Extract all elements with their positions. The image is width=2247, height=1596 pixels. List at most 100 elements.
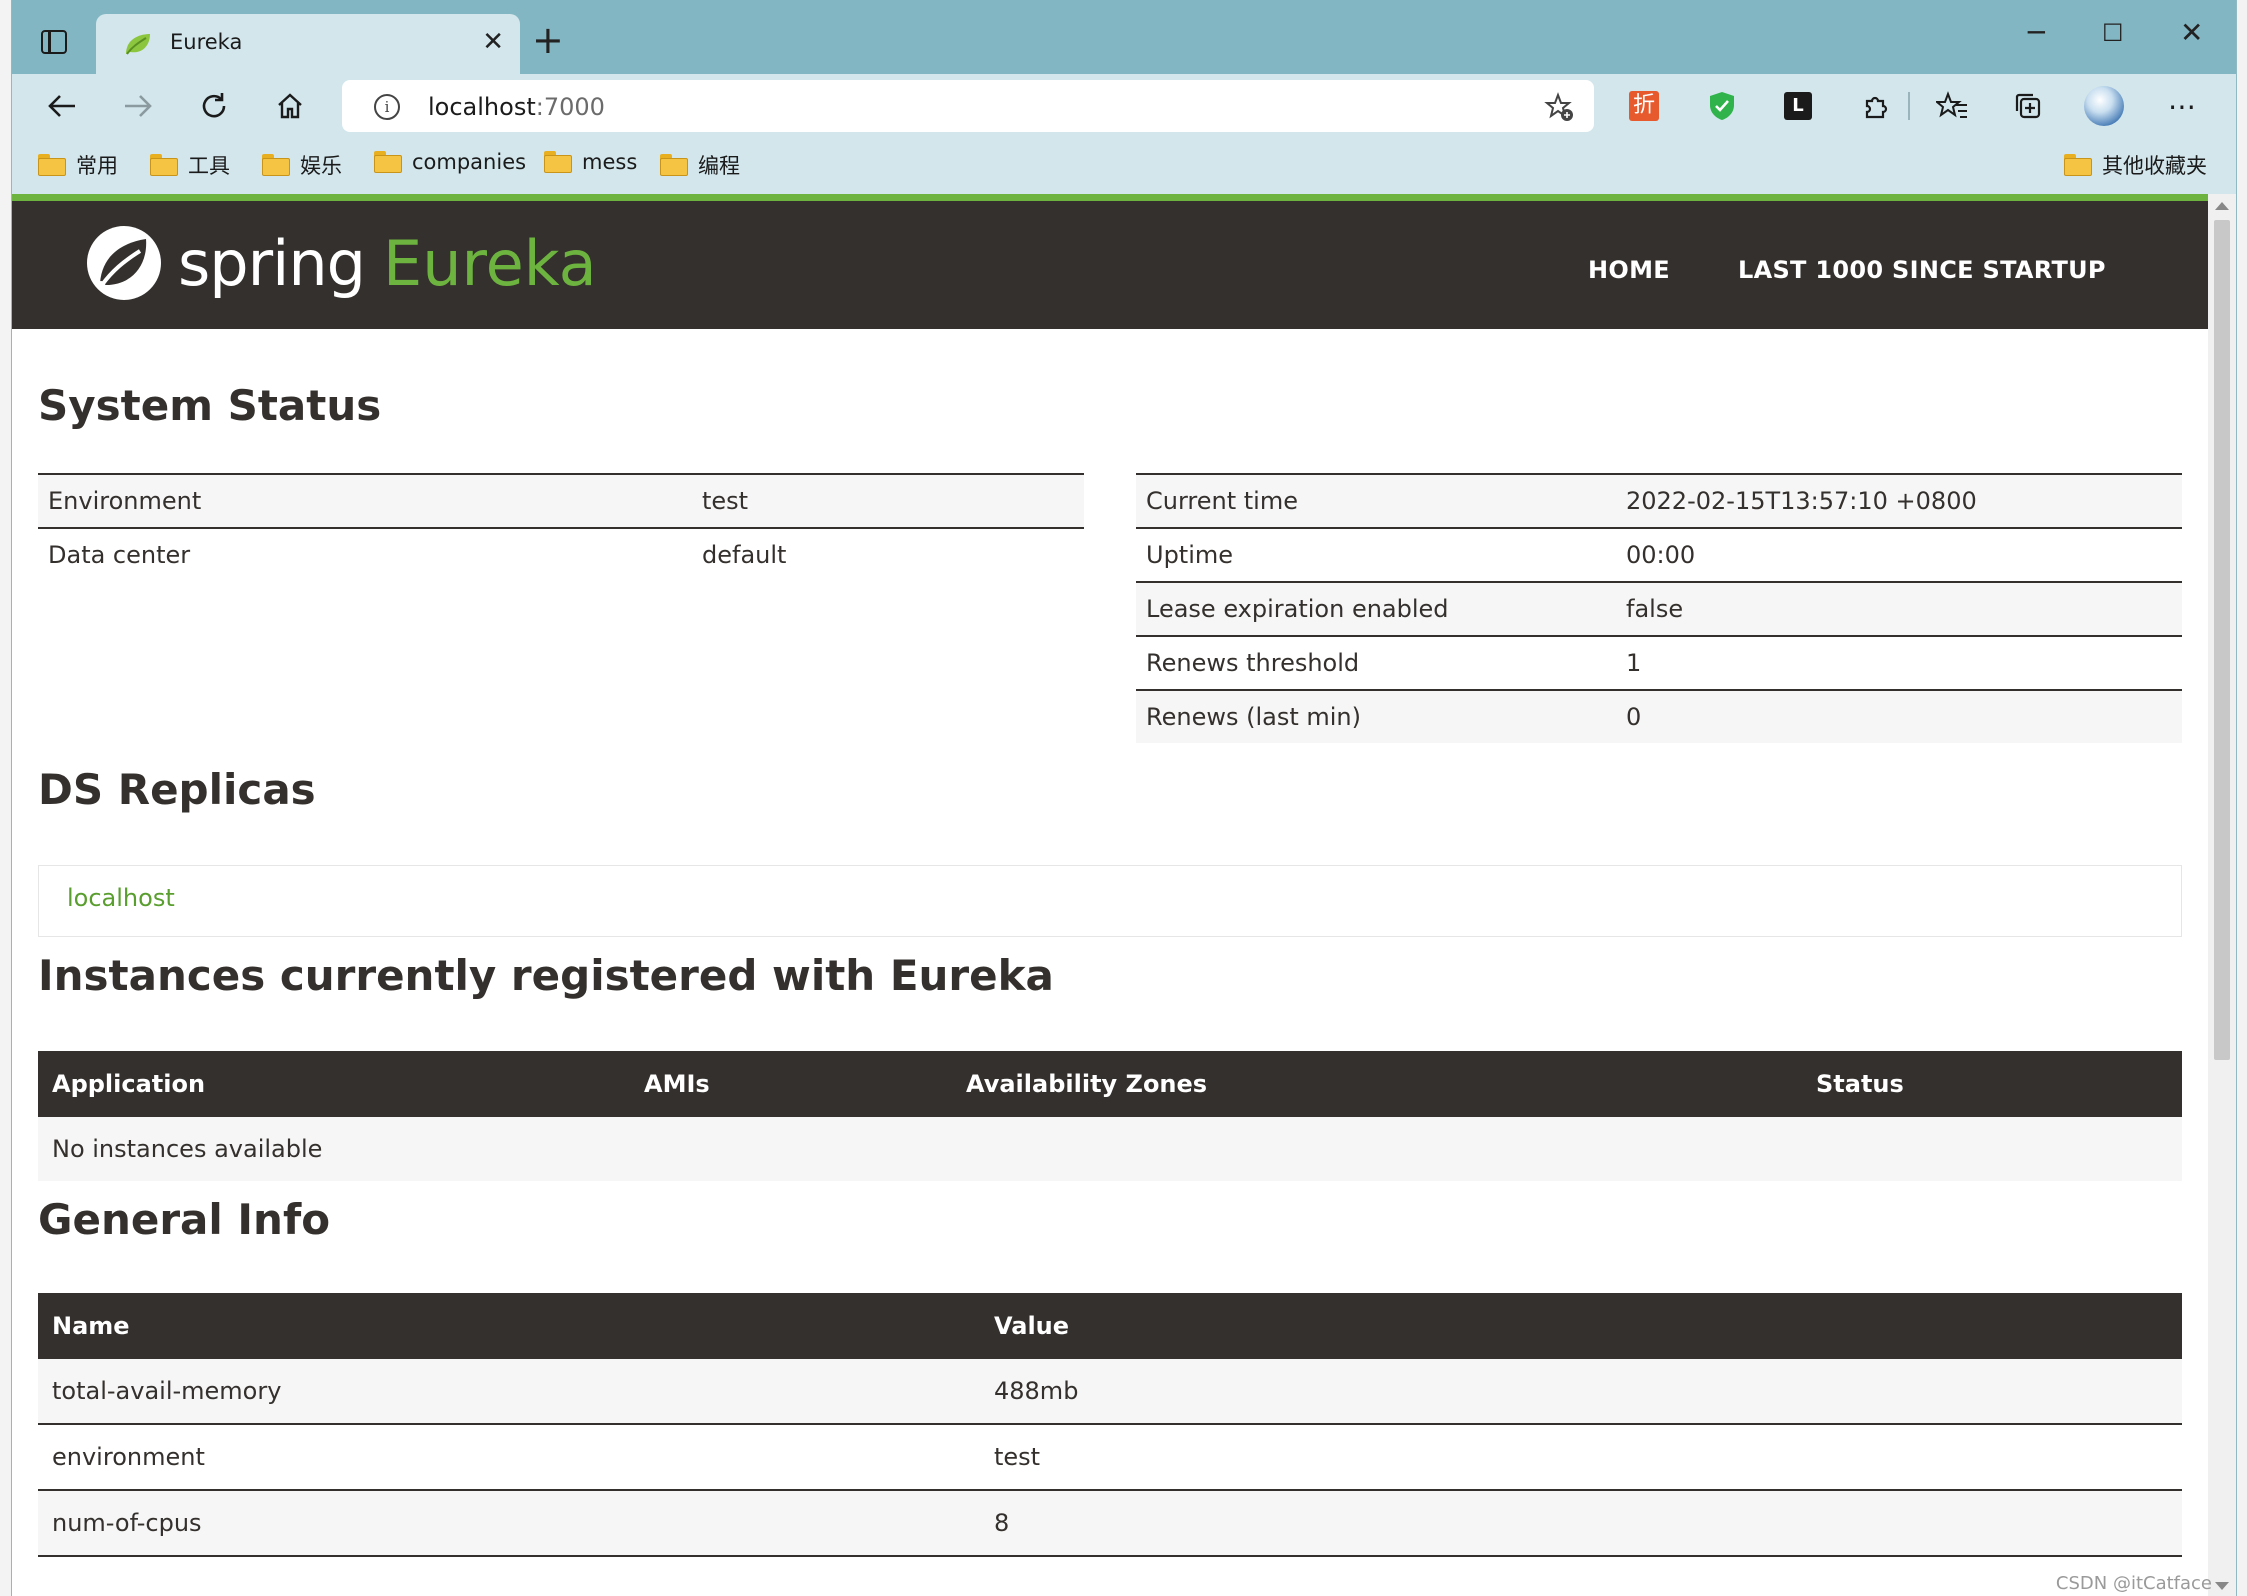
page-scrollbar[interactable] — [2208, 194, 2236, 1596]
discount-extension-icon[interactable]: 折 — [1624, 86, 1664, 126]
general-info-table: Name Value total-avail-memory 488mb envi… — [38, 1293, 2182, 1596]
info-name: environment — [38, 1424, 980, 1491]
refresh-icon[interactable] — [194, 86, 234, 126]
column-header-application[interactable]: Application — [38, 1051, 630, 1117]
scroll-down-arrow-icon[interactable] — [2215, 1582, 2229, 1590]
info-name: num-of-cpus — [38, 1490, 980, 1557]
bookmark-folder[interactable]: 娱乐 — [262, 150, 342, 180]
status-key: Uptime — [1136, 527, 1616, 582]
status-key: Environment — [38, 473, 692, 528]
status-key: Renews (last min) — [1136, 689, 1616, 743]
table-row: Uptime 00:00 — [1136, 527, 2182, 582]
table-row: num-of-cpus 8 — [38, 1490, 2182, 1557]
site-info-icon[interactable]: i — [374, 94, 400, 120]
status-key: Current time — [1136, 473, 1616, 528]
folder-icon — [150, 154, 178, 176]
spring-eureka-logo[interactable]: spring Eureka — [84, 223, 597, 303]
page-viewport: spring Eureka HOME LAST 1000 SINCE START… — [12, 194, 2208, 1596]
info-name — [38, 1556, 980, 1596]
toolbar-divider — [1908, 92, 1910, 120]
spring-leaf-icon — [126, 34, 150, 55]
maximize-icon[interactable]: ☐ — [2102, 18, 2124, 48]
column-header-value[interactable]: Value — [980, 1293, 2182, 1359]
forward-icon[interactable] — [118, 86, 158, 126]
instances-title: Instances currently registered with Eure… — [38, 951, 1054, 1000]
tab-actions-menu-icon[interactable] — [34, 22, 74, 62]
bookmark-folder[interactable]: 常用 — [38, 150, 118, 180]
url-text: localhost:7000 — [428, 93, 605, 121]
table-row: No instances available — [38, 1117, 2182, 1181]
status-value: false — [1616, 581, 2182, 636]
favorites-icon[interactable] — [1932, 86, 1972, 126]
bookmark-folder[interactable]: 编程 — [660, 150, 740, 180]
bookmark-folder[interactable]: 工具 — [150, 150, 230, 180]
status-key: Renews threshold — [1136, 635, 1616, 690]
info-value: 8 — [980, 1490, 2182, 1557]
table-row — [38, 1556, 2182, 1596]
folder-icon — [544, 151, 572, 173]
scroll-up-arrow-icon[interactable] — [2215, 202, 2229, 210]
new-tab-icon[interactable]: + — [532, 20, 564, 60]
status-key: Lease expiration enabled — [1136, 581, 1616, 636]
column-header-status[interactable]: Status — [1802, 1051, 2182, 1117]
table-row: Environment test — [38, 473, 1084, 528]
column-header-amis[interactable]: AMIs — [630, 1051, 952, 1117]
status-value: default — [692, 527, 1084, 581]
bookmarks-bar: 常用 工具 娱乐 companies mess 编程 其他收藏夹 — [12, 138, 2236, 194]
minimize-icon[interactable]: ─ — [2028, 18, 2045, 48]
system-status-right-table: Current time 2022-02-15T13:57:10 +0800 U… — [1136, 473, 2182, 743]
table-row: environment test — [38, 1424, 2182, 1491]
column-header-name[interactable]: Name — [38, 1293, 980, 1359]
shield-extension-icon[interactable] — [1702, 86, 1742, 126]
collections-icon[interactable] — [2008, 86, 2048, 126]
system-status-title: System Status — [38, 381, 382, 430]
info-value — [980, 1556, 2182, 1596]
table-row: Renews (last min) 0 — [1136, 689, 2182, 743]
ds-replicas-title: DS Replicas — [38, 765, 316, 814]
column-header-availability-zones[interactable]: Availability Zones — [952, 1051, 1802, 1117]
back-icon[interactable] — [42, 86, 82, 126]
info-name: total-avail-memory — [38, 1359, 980, 1425]
system-status-left-table: Environment test Data center default — [38, 473, 1084, 581]
status-key: Data center — [38, 527, 692, 581]
table-row: Renews threshold 1 — [1136, 635, 2182, 690]
add-favorite-icon[interactable] — [1544, 92, 1574, 122]
title-bar: Eureka ✕ + ─ ☐ ✕ — [12, 0, 2236, 74]
folder-icon — [262, 154, 290, 176]
table-row: Data center default — [38, 527, 1084, 581]
watermark: CSDN @itCatface — [2055, 1573, 2212, 1594]
more-options-icon[interactable]: ⋯ — [2162, 86, 2202, 126]
other-bookmarks-folder[interactable]: 其他收藏夹 — [2064, 150, 2207, 180]
close-window-icon[interactable]: ✕ — [2180, 18, 2203, 48]
extensions-icon[interactable] — [1856, 86, 1896, 126]
info-value: test — [980, 1424, 2182, 1491]
table-row: Current time 2022-02-15T13:57:10 +0800 — [1136, 473, 2182, 528]
bookmark-folder[interactable]: companies — [374, 150, 526, 174]
instances-table: Application AMIs Availability Zones Stat… — [38, 1051, 2182, 1181]
logo-spring-text: spring — [178, 226, 366, 300]
folder-icon — [38, 154, 66, 176]
scrollbar-thumb[interactable] — [2214, 220, 2230, 1060]
status-value: test — [692, 473, 1084, 528]
info-value: 488mb — [980, 1359, 2182, 1425]
bookmark-folder[interactable]: mess — [544, 150, 637, 174]
eureka-navbar: spring Eureka HOME LAST 1000 SINCE START… — [12, 201, 2208, 329]
nav-last1000-link[interactable]: LAST 1000 SINCE STARTUP — [1738, 256, 2106, 284]
close-tab-icon[interactable]: ✕ — [482, 28, 504, 56]
spring-logo-icon — [87, 226, 161, 300]
leetcode-extension-icon[interactable]: L — [1778, 86, 1818, 126]
folder-icon — [2064, 154, 2092, 176]
profile-avatar-icon[interactable] — [2084, 86, 2124, 126]
folder-icon — [374, 151, 402, 173]
accent-line — [12, 194, 2208, 201]
replica-link[interactable]: localhost — [67, 884, 175, 912]
home-icon[interactable] — [270, 86, 310, 126]
tab-eureka[interactable]: Eureka ✕ — [96, 14, 520, 74]
tab-title: Eureka — [170, 30, 243, 54]
ds-replicas-box: localhost — [38, 865, 2182, 937]
address-bar[interactable]: i localhost:7000 — [342, 80, 1594, 132]
empty-instances-message: No instances available — [38, 1117, 2182, 1181]
nav-home-link[interactable]: HOME — [1588, 256, 1670, 284]
table-row: total-avail-memory 488mb — [38, 1359, 2182, 1425]
general-info-title: General Info — [38, 1195, 331, 1244]
